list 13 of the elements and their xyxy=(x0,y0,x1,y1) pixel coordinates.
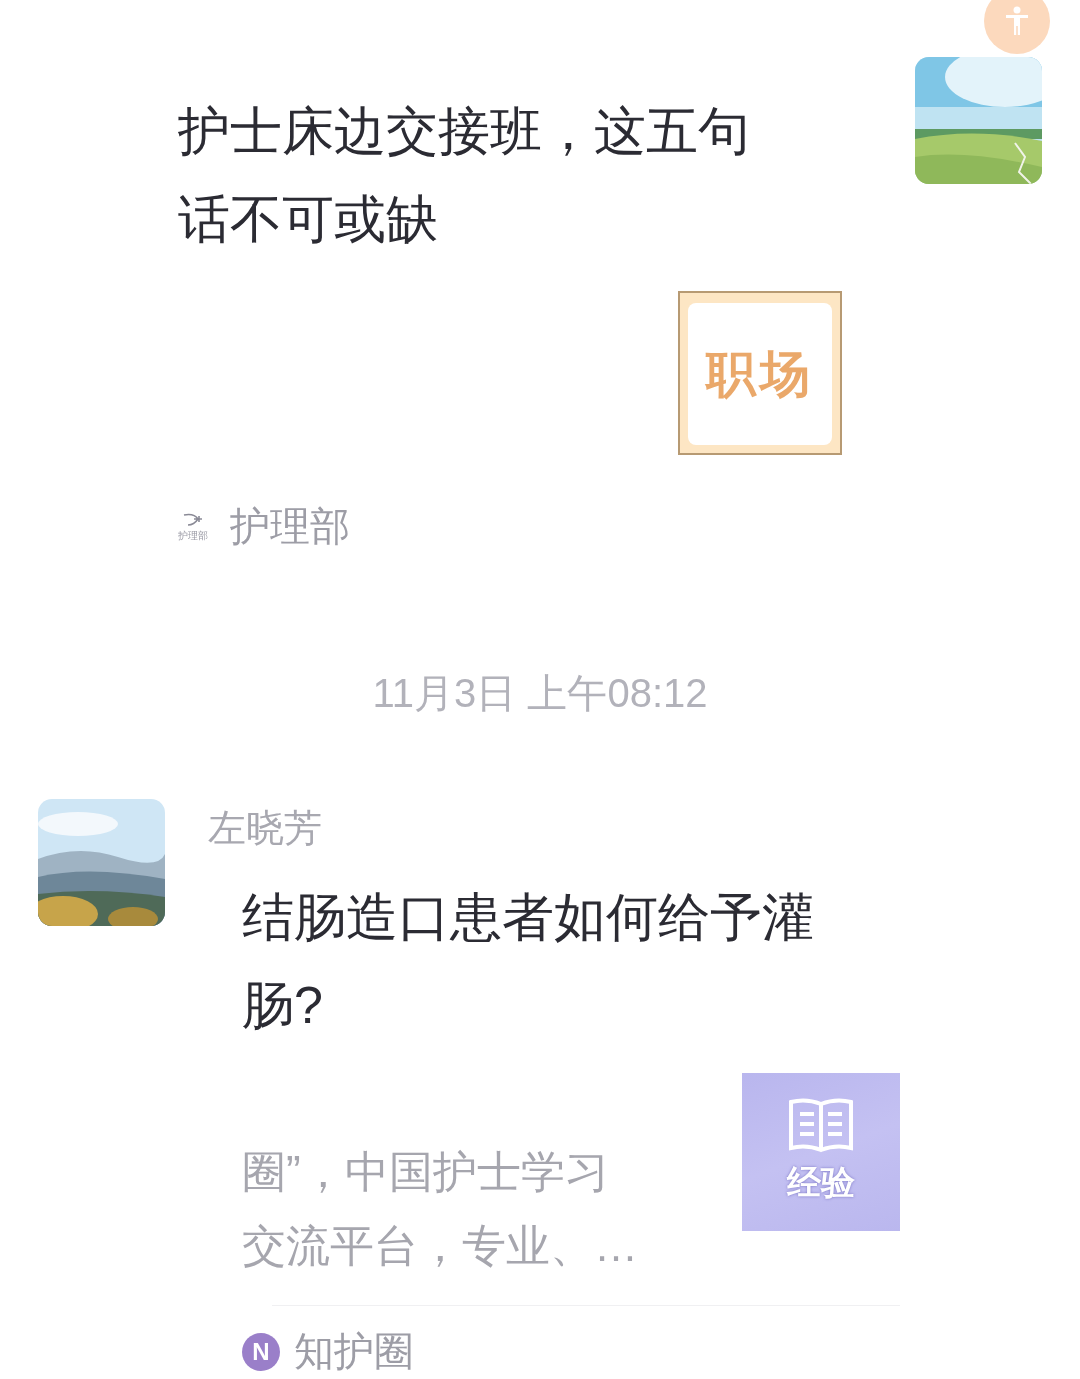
timestamp: 11月3日 上午08:12 xyxy=(371,670,709,717)
source-name: 知护圈 xyxy=(294,1328,414,1375)
accessibility-button[interactable] xyxy=(984,0,1050,54)
source-logo-icon: N xyxy=(242,1332,280,1371)
card-description: 圈”，中国护士学习 交流平台，专业、… xyxy=(242,1146,638,1272)
card-title: 护士床边交接班，这五句话不可或缺 xyxy=(178,101,751,250)
source-name: 护理部 xyxy=(230,503,350,550)
book-icon xyxy=(788,1098,854,1154)
card-title: 结肠造口患者如何给予灌肠? xyxy=(242,887,815,1036)
thumbnail-label: 经验 xyxy=(787,1162,855,1203)
person-icon xyxy=(1004,6,1030,36)
sender-name: 左晓芳 xyxy=(208,806,323,851)
thumbnail-label: 职场 xyxy=(688,303,832,445)
